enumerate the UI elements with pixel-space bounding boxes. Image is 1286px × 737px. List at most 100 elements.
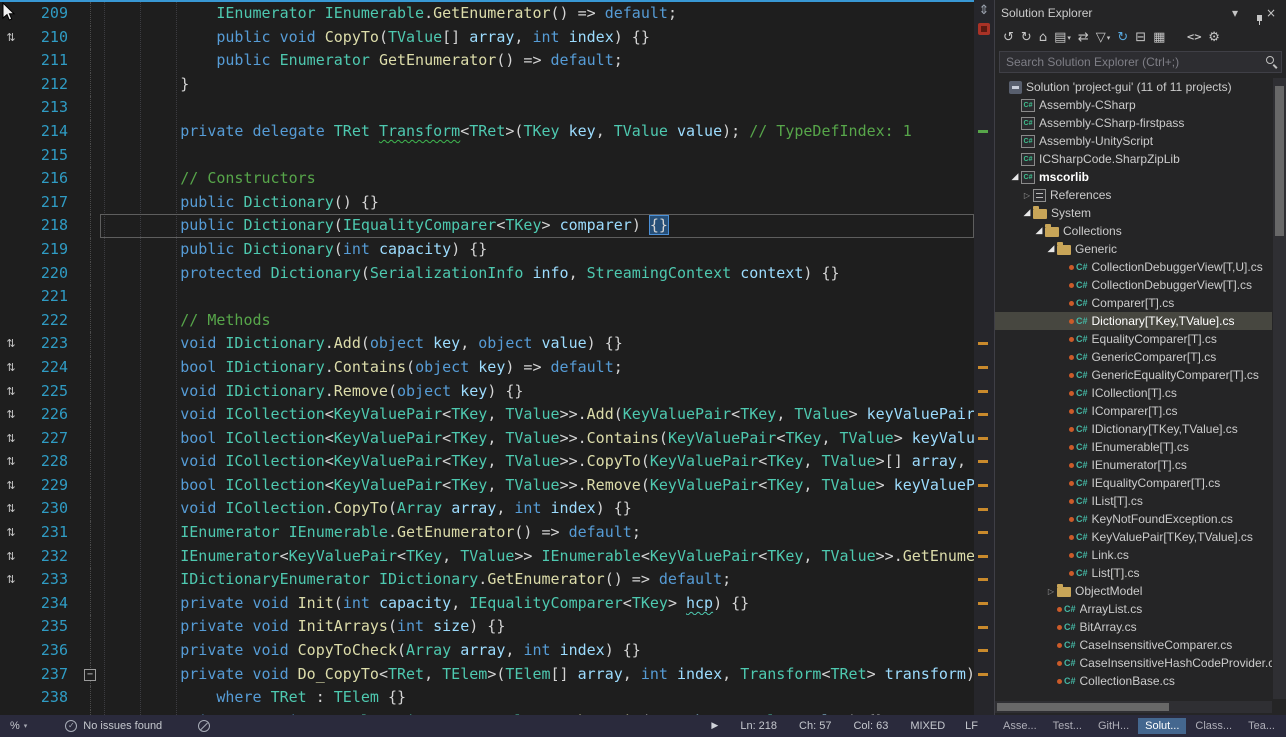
code-text[interactable]: public void CopyTo(TValue[] array, int i…: [100, 26, 974, 50]
reference-arrows-icon[interactable]: ⇅: [0, 356, 22, 380]
tree-expander-icon[interactable]: ◢: [1009, 172, 1021, 182]
tree-item[interactable]: C#CollectionBase.cs: [995, 672, 1272, 690]
show-all-files-icon[interactable]: ▦: [1151, 28, 1167, 48]
line-number[interactable]: 231: [22, 521, 74, 545]
line-number[interactable]: 237: [22, 663, 74, 687]
code-line-237[interactable]: 237− private void Do_CopyTo<TRet, TElem>…: [0, 663, 974, 687]
line-number[interactable]: 213: [22, 96, 74, 120]
line-number[interactable]: 230: [22, 497, 74, 521]
line-number[interactable]: 236: [22, 639, 74, 663]
code-text[interactable]: private void Do_CopyTo<TRet, TElem>(TEle…: [100, 663, 974, 687]
tree-item[interactable]: C#IList[T].cs: [995, 492, 1272, 510]
tree-item[interactable]: C#ICSharpCode.SharpZipLib: [995, 150, 1272, 168]
line-number[interactable]: 224: [22, 356, 74, 380]
outlining-margin[interactable]: −: [74, 663, 100, 687]
code-line-232[interactable]: ⇅232 IEnumerator<KeyValuePair<TKey, TVal…: [0, 545, 974, 569]
code-text[interactable]: void IDictionary.Add(object key, object …: [100, 332, 974, 356]
tree-vertical-scrollbar[interactable]: [1273, 78, 1286, 699]
reference-arrows-icon[interactable]: ⇅: [0, 497, 22, 521]
forward-icon[interactable]: ↻: [1019, 28, 1034, 48]
line-number[interactable]: 212: [22, 73, 74, 97]
tree-item[interactable]: C#Assembly-UnityScript: [995, 132, 1272, 150]
line-number[interactable]: 214: [22, 120, 74, 144]
tree-item[interactable]: C#IEqualityComparer[T].cs: [995, 474, 1272, 492]
column-indicator[interactable]: Col: 63: [853, 720, 888, 732]
line-number[interactable]: 220: [22, 262, 74, 286]
code-text[interactable]: private void InitArrays(int size) {}: [100, 615, 974, 639]
tree-item[interactable]: C#EqualityComparer[T].cs: [995, 330, 1272, 348]
switch-views-icon[interactable]: ▤▾: [1052, 28, 1073, 48]
eol-indicator[interactable]: LF: [965, 720, 978, 732]
code-text[interactable]: IDictionaryEnumerator IDictionary.GetEnu…: [100, 568, 974, 592]
code-text[interactable]: private delegate TRet Transform<TRet>(TK…: [100, 120, 974, 144]
code-line-231[interactable]: ⇅231 IEnumerator IEnumerable.GetEnumerat…: [0, 521, 974, 545]
line-number[interactable]: 238: [22, 686, 74, 710]
line-number[interactable]: 232: [22, 545, 74, 569]
code-text[interactable]: public Dictionary() {}: [100, 191, 974, 215]
tree-item[interactable]: ◢System: [995, 204, 1272, 222]
code-line-236[interactable]: 236 private void CopyToCheck(Array array…: [0, 639, 974, 663]
tree-item[interactable]: C#KeyNotFoundException.cs: [995, 510, 1272, 528]
code-line-224[interactable]: ⇅224 bool IDictionary.Contains(object ke…: [0, 356, 974, 380]
line-number[interactable]: 218: [22, 214, 74, 238]
code-text[interactable]: bool IDictionary.Contains(object key) =>…: [100, 356, 974, 380]
code-text[interactable]: public Dictionary(IEqualityComparer<TKey…: [100, 214, 974, 238]
collapse-all-icon[interactable]: ⊟: [1133, 28, 1148, 48]
scrollbar-thumb[interactable]: [997, 703, 1169, 711]
tree-item[interactable]: C#IComparer[T].cs: [995, 402, 1272, 420]
code-text[interactable]: IEnumerator IEnumerable.GetEnumerator() …: [100, 521, 974, 545]
code-line-230[interactable]: ⇅230 void ICollection.CopyTo(Array array…: [0, 497, 974, 521]
line-number[interactable]: 216: [22, 167, 74, 191]
tree-item[interactable]: C#GenericEqualityComparer[T].cs: [995, 366, 1272, 384]
tree-item[interactable]: C#CaseInsensitiveComparer.cs: [995, 636, 1272, 654]
code-line-233[interactable]: ⇅233 IDictionaryEnumerator IDictionary.G…: [0, 568, 974, 592]
code-text[interactable]: IEnumerator IEnumerable.GetEnumerator() …: [100, 2, 974, 26]
code-line-234[interactable]: 234 private void Init(int capacity, IEqu…: [0, 592, 974, 616]
reference-arrows-icon[interactable]: ⇅: [0, 450, 22, 474]
panel-tab-solut[interactable]: Solut...: [1138, 718, 1186, 734]
code-line-226[interactable]: ⇅226 void ICollection<KeyValuePair<TKey,…: [0, 403, 974, 427]
code-text[interactable]: void ICollection.CopyTo(Array array, int…: [100, 497, 974, 521]
line-number[interactable]: 223: [22, 332, 74, 356]
line-number[interactable]: 222: [22, 309, 74, 333]
tree-item[interactable]: Solution 'project-gui' (11 of 11 project…: [995, 78, 1272, 96]
close-icon[interactable]: ×: [1262, 6, 1280, 20]
code-text[interactable]: void ICollection<KeyValuePair<TKey, TVal…: [100, 403, 974, 427]
document-health-icon[interactable]: [978, 23, 990, 35]
line-number[interactable]: 210: [22, 26, 74, 50]
line-number[interactable]: 228: [22, 450, 74, 474]
scrollbar-thumb[interactable]: [1275, 86, 1284, 236]
code-line-228[interactable]: ⇅228 void ICollection<KeyValuePair<TKey,…: [0, 450, 974, 474]
tree-expander-icon[interactable]: ◢: [1045, 244, 1057, 254]
line-number[interactable]: 235: [22, 615, 74, 639]
code-text[interactable]: bool ICollection<KeyValuePair<TKey, TVal…: [100, 474, 974, 498]
code-text[interactable]: IEnumerator<KeyValuePair<TKey, TValue>> …: [100, 545, 974, 569]
tree-expander-icon[interactable]: ▷: [1045, 587, 1057, 596]
tree-item[interactable]: C#Dictionary[TKey,TValue].cs: [995, 312, 1272, 330]
panel-tab-class[interactable]: Class...: [1188, 718, 1239, 734]
tree-item[interactable]: C#IEnumerable[T].cs: [995, 438, 1272, 456]
code-text[interactable]: // Methods: [100, 309, 974, 333]
tree-expander-icon[interactable]: ◢: [1021, 208, 1033, 218]
reference-arrows-icon[interactable]: ⇅: [0, 545, 22, 569]
tree-item[interactable]: C#GenericComparer[T].cs: [995, 348, 1272, 366]
zoom-control[interactable]: % ▾: [0, 715, 35, 737]
line-number[interactable]: 221: [22, 285, 74, 309]
char-indicator[interactable]: Ch: 57: [799, 720, 831, 732]
line-indicator[interactable]: Ln: 218: [740, 720, 777, 732]
code-line-210[interactable]: ⇅210 public void CopyTo(TValue[] array, …: [0, 26, 974, 50]
line-number[interactable]: 225: [22, 380, 74, 404]
code-text[interactable]: public Dictionary(int capacity) {}: [100, 238, 974, 262]
search-icon[interactable]: [1266, 56, 1274, 64]
tree-expander-icon[interactable]: ▷: [1021, 191, 1033, 200]
tree-item[interactable]: ▷References: [995, 186, 1272, 204]
code-line-216[interactable]: 216 // Constructors: [0, 167, 974, 191]
fold-collapse-icon[interactable]: −: [84, 669, 96, 681]
tree-horizontal-scrollbar[interactable]: [995, 701, 1272, 713]
tree-item[interactable]: C#BitArray.cs: [995, 618, 1272, 636]
tree-item[interactable]: C#Assembly-CSharp: [995, 96, 1272, 114]
code-text[interactable]: void ICollection<KeyValuePair<TKey, TVal…: [100, 450, 974, 474]
circle-slash-icon[interactable]: [198, 720, 210, 732]
code-line-217[interactable]: 217 public Dictionary() {}: [0, 191, 974, 215]
tree-item[interactable]: C#CaseInsensitiveHashCodeProvider.cs: [995, 654, 1272, 672]
